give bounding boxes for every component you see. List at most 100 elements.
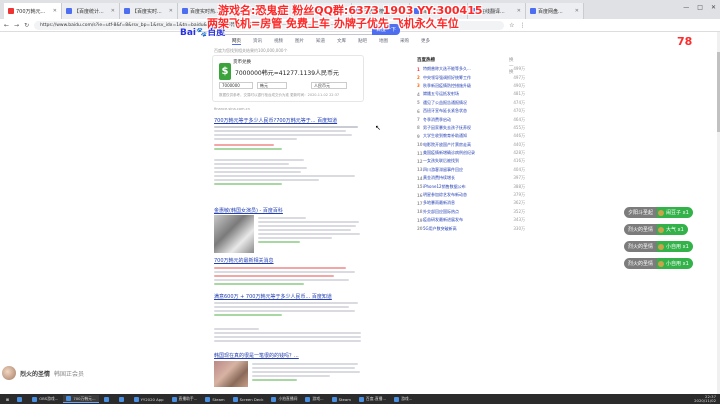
- hot-title[interactable]: 疫苗研发最新进展发布: [423, 217, 511, 223]
- source-link[interactable]: finance.sina.com.cn: [214, 107, 250, 111]
- tab-zhidao[interactable]: 知道: [316, 38, 325, 45]
- hot-title[interactable]: 男子因家暴失去孩子抚养权: [423, 125, 511, 131]
- result-title-link[interactable]: 韩国现在真的很是一笔很的的钱吗？...: [214, 352, 364, 359]
- result-thumbnail[interactable]: [214, 215, 254, 253]
- hot-title[interactable]: 明星参加综艺发布新动态: [423, 192, 511, 198]
- result-title-link[interactable]: 金惠敏(韩国女演员) - 百度百科: [214, 207, 364, 214]
- related-search-link[interactable]: [214, 332, 361, 334]
- news-item-link[interactable]: [214, 283, 304, 285]
- hot-list-item[interactable]: 15 iPhone12销售数据公布 388万: [417, 182, 525, 190]
- hot-list-item[interactable]: 3 秋季新冠疫情防控措施升级 490万: [417, 82, 525, 90]
- star-icon[interactable]: ☆: [509, 22, 514, 29]
- minimize-icon[interactable]: —: [683, 4, 689, 11]
- result-title-link[interactable]: 700万韩元的最新相关消息: [214, 257, 364, 264]
- browser-tab[interactable]: 【百度实时... ✕: [120, 3, 178, 19]
- related-link[interactable]: [214, 144, 274, 146]
- from-currency-select[interactable]: 韩元: [257, 82, 287, 89]
- result-thumbnail[interactable]: [214, 361, 248, 387]
- tab-tieba[interactable]: 贴吧: [358, 38, 367, 45]
- news-item-link[interactable]: [214, 267, 346, 269]
- hot-title[interactable]: 一女孩失联后被找到: [423, 158, 511, 164]
- hot-title[interactable]: 冬季消费季启动: [423, 117, 511, 123]
- close-icon[interactable]: ✕: [711, 4, 716, 11]
- related-search-link[interactable]: [214, 336, 361, 338]
- hot-title[interactable]: 中央领导强调抓好统筹工作: [423, 75, 511, 81]
- taskbar-app-button[interactable]: OBS游戏...: [29, 395, 61, 403]
- hot-title[interactable]: 黄金消费持续增长: [423, 175, 511, 181]
- taskbar-app-button[interactable]: Screen Deck: [230, 395, 267, 403]
- hot-list-item[interactable]: 19 疫苗研发最新进展发布 343万: [417, 216, 525, 224]
- close-tab-icon[interactable]: ✕: [111, 8, 115, 14]
- hot-title[interactable]: 西班牙宣布延长紧急状态: [423, 108, 511, 114]
- related-search-link[interactable]: [214, 340, 361, 342]
- maximize-icon[interactable]: □: [697, 4, 703, 11]
- taskbar-app-button[interactable]: Steam: [329, 395, 354, 403]
- tab-more[interactable]: 更多: [421, 38, 430, 45]
- hot-title[interactable]: 电影院开放国产片票房走高: [423, 142, 511, 148]
- to-currency-select[interactable]: 人民币元: [311, 82, 347, 89]
- start-icon[interactable]: ⊞: [3, 395, 12, 403]
- hot-title[interactable]: 遇见了公益报告通报情况: [423, 100, 511, 106]
- hot-list-item[interactable]: 10 电影院开放国产片票房走高 440万: [417, 141, 525, 149]
- hot-title[interactable]: 四川游客滞留事件回应: [423, 167, 511, 173]
- hot-title[interactable]: 美国疫情新增确诊病例创纪录: [423, 150, 511, 156]
- close-tab-icon[interactable]: ✕: [53, 8, 57, 14]
- hot-list-item[interactable]: 8 男子因家暴失去孩子抚养权 455万: [417, 124, 525, 132]
- hot-list-item[interactable]: 7 冬季消费季启动 464万: [417, 115, 525, 123]
- browser-tab[interactable]: 700万韩元... ✕: [4, 3, 62, 19]
- taskbar-app-button[interactable]: 700万韩元...: [63, 395, 99, 403]
- browser-tab[interactable]: 百度网盘... ✕: [526, 3, 584, 19]
- hot-title[interactable]: 大学生收到教育补助通知: [423, 133, 511, 139]
- tab-video[interactable]: 视频: [274, 38, 283, 45]
- hot-list-item[interactable]: 9 大学生收到教育补助通知 446万: [417, 132, 525, 140]
- taskbar-app-button[interactable]: 小拍直播间: [268, 395, 300, 403]
- hot-list-item[interactable]: 14 黄金消费持续增长 397万: [417, 174, 525, 182]
- taskbar-app-button[interactable]: 游戏...: [302, 395, 326, 403]
- news-item-link[interactable]: [214, 279, 349, 281]
- hot-title[interactable]: 多地暴雨最新消息: [423, 200, 511, 206]
- hot-title[interactable]: 特朗普称大选不能等多久...: [423, 66, 511, 72]
- forward-icon[interactable]: →: [14, 22, 19, 29]
- tab-news[interactable]: 资讯: [253, 38, 262, 45]
- hot-title[interactable]: iPhone12销售数据公布: [423, 184, 511, 190]
- reload-icon[interactable]: ↻: [24, 22, 29, 29]
- close-tab-icon[interactable]: ✕: [575, 8, 579, 14]
- close-tab-icon[interactable]: ✕: [169, 8, 173, 14]
- taskbar-app-button[interactable]: [116, 395, 129, 403]
- hot-title[interactable]: 外交部回应国际热点: [423, 209, 511, 215]
- result-title-link[interactable]: 满意600万 + 700万韩元等于多少人民币... 百度知道: [214, 293, 364, 300]
- hot-title[interactable]: 秋季新冠疫情防控措施升级: [423, 83, 511, 89]
- hot-list-item[interactable]: 5 遇见了公益报告通报情况 474万: [417, 99, 525, 107]
- amount-input[interactable]: 7000000: [219, 82, 253, 89]
- tab-map[interactable]: 地图: [379, 38, 388, 45]
- result-title-link[interactable]: 700万韩元等于多少人民币?700万韩元等于... 百度知道: [214, 117, 364, 124]
- tab-wenku[interactable]: 文库: [337, 38, 346, 45]
- back-icon[interactable]: ←: [4, 22, 9, 29]
- hot-list-item[interactable]: 2 中央领导强调抓好统筹工作 497万: [417, 73, 525, 81]
- news-item-link[interactable]: [214, 275, 334, 277]
- tab-purchase[interactable]: 采购: [400, 38, 409, 45]
- taskbar-app-button[interactable]: 百度-直播...: [356, 395, 389, 403]
- hot-title[interactable]: 5G用户数突破新高: [423, 226, 511, 232]
- taskbar-app-button[interactable]: [14, 395, 27, 403]
- hot-list-item[interactable]: 11 美国疫情新增确诊病例创纪录 428万: [417, 149, 525, 157]
- taskbar-app-button[interactable]: YY2020 App: [131, 395, 167, 403]
- close-tab-icon[interactable]: ✕: [517, 8, 521, 14]
- hot-title[interactable]: 嫦娥五号运抵发射场: [423, 91, 511, 97]
- hot-list-item[interactable]: 12 一女孩失联后被找到 416万: [417, 157, 525, 165]
- hot-list-item[interactable]: 20 5G用户数突破新高 330万: [417, 224, 525, 232]
- browser-tab[interactable]: 【百度统计... ✕: [62, 3, 120, 19]
- tab-images[interactable]: 图片: [295, 38, 304, 45]
- hot-list-item[interactable]: 16 明星参加综艺发布新动态 379万: [417, 191, 525, 199]
- taskbar-app-button[interactable]: 游戏...: [391, 395, 415, 403]
- hot-list-item[interactable]: 6 西班牙宣布延长紧急状态 470万: [417, 107, 525, 115]
- taskbar-app-button[interactable]: Steam: [202, 395, 227, 403]
- hot-list-item[interactable]: 4 嫦娥五号运抵发射场 481万: [417, 90, 525, 98]
- hot-list-item[interactable]: 13 四川游客滞留事件回应 404万: [417, 166, 525, 174]
- menu-icon[interactable]: ⋮: [519, 22, 525, 29]
- news-item-link[interactable]: [214, 271, 355, 273]
- hot-list-item[interactable]: 17 多地暴雨最新消息 362万: [417, 199, 525, 207]
- taskbar-app-button[interactable]: [101, 395, 114, 403]
- hot-list-item[interactable]: 18 外交部回应国际热点 352万: [417, 208, 525, 216]
- hot-list-item[interactable]: 1 特朗普称大选不能等多久... 499万: [417, 65, 525, 73]
